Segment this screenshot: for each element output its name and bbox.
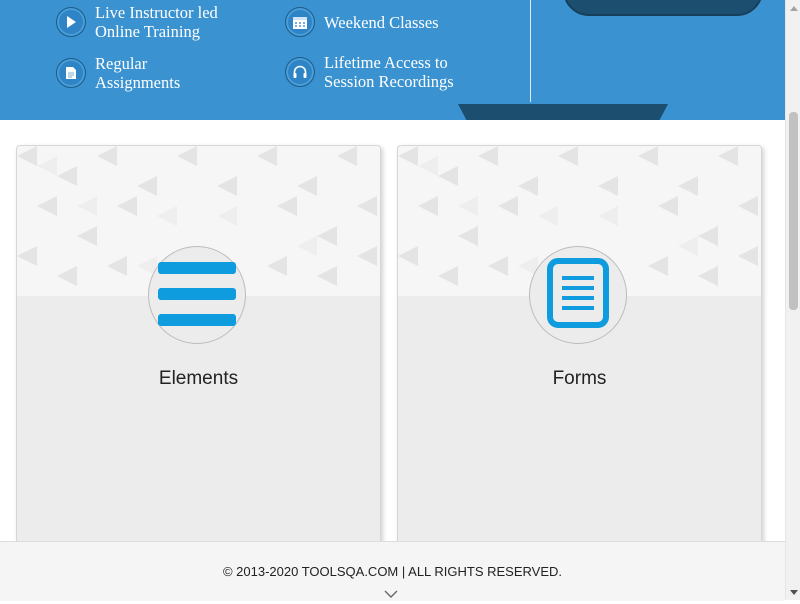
- feature-weekend-classes: Weekend Classes: [285, 7, 439, 37]
- card-avatar: [148, 246, 246, 344]
- enroll-button[interactable]: [563, 0, 763, 16]
- feature-live-training: Live Instructor led Online Training: [56, 3, 218, 41]
- feature-lifetime-access: Lifetime Access to Session Recordings: [285, 53, 454, 91]
- feature-label: Regular Assignments: [95, 54, 181, 92]
- course-banner: Live Instructor led Online Training Week…: [0, 0, 785, 120]
- document-icon: [56, 58, 86, 88]
- banner-divider: [530, 0, 531, 102]
- scroll-up-arrow[interactable]: [786, 1, 800, 15]
- card-title[interactable]: Forms: [398, 368, 761, 390]
- scrollbar-thumb[interactable]: [789, 112, 798, 310]
- vertical-scrollbar[interactable]: [785, 0, 800, 600]
- feature-label: Live Instructor led Online Training: [95, 3, 218, 41]
- chevron-down-icon[interactable]: [384, 586, 398, 604]
- card-avatar: [529, 246, 627, 344]
- page-footer: © 2013-2020 TOOLSQA.COM | ALL RIGHTS RES…: [0, 541, 785, 601]
- headphones-icon: [285, 57, 315, 87]
- feature-label: Lifetime Access to Session Recordings: [324, 53, 454, 91]
- feature-assignments: Regular Assignments: [56, 54, 180, 92]
- play-icon: [56, 7, 86, 37]
- form-document-icon: [547, 257, 609, 333]
- copyright-text: © 2013-2020 TOOLSQA.COM | ALL RIGHTS RES…: [222, 564, 563, 579]
- card-title[interactable]: Elements: [17, 368, 380, 390]
- scroll-down-arrow[interactable]: [786, 585, 800, 599]
- hamburger-menu-icon: [158, 258, 236, 333]
- card-elements[interactable]: Elements: [16, 145, 381, 567]
- feature-label: Weekend Classes: [324, 12, 439, 32]
- card-forms[interactable]: Forms: [397, 145, 762, 567]
- calendar-icon: [285, 7, 315, 37]
- banner-ribbon: [458, 104, 668, 120]
